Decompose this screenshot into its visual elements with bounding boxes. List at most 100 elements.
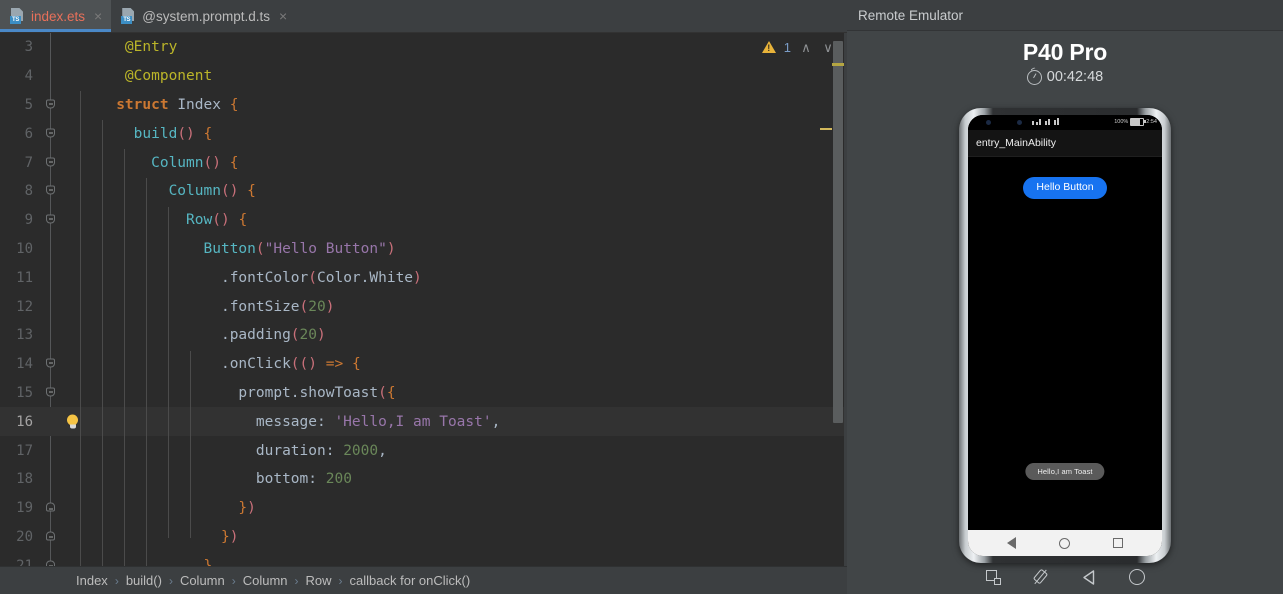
scrollbar-thumb[interactable] xyxy=(833,41,843,423)
code-line[interactable]: 16 message: 'Hello,I am Toast', xyxy=(0,407,847,437)
emulator-toolbar[interactable] xyxy=(847,564,1283,590)
fold-gutter-cell[interactable] xyxy=(42,235,62,264)
prev-problem-icon[interactable]: ∧ xyxy=(799,41,813,54)
code-text[interactable]: message: 'Hello,I am Toast', xyxy=(84,414,847,430)
code-text[interactable]: .fontSize(20) xyxy=(84,299,847,315)
intention-gutter-cell[interactable] xyxy=(62,148,84,177)
intention-gutter-cell[interactable] xyxy=(62,263,84,292)
intention-gutter-cell[interactable] xyxy=(62,465,84,494)
fold-gutter-cell[interactable] xyxy=(42,551,62,566)
breadcrumb-item[interactable]: Index xyxy=(76,573,108,588)
fold-collapse-icon[interactable] xyxy=(46,387,57,398)
code-line[interactable]: 17 duration: 2000, xyxy=(0,436,847,465)
fold-end-icon[interactable] xyxy=(46,560,57,566)
tab-index-ets[interactable]: TS index.ets × xyxy=(0,0,112,32)
code-text[interactable]: .fontColor(Color.White) xyxy=(84,270,847,286)
fold-collapse-icon[interactable] xyxy=(46,157,57,168)
breadcrumb-item[interactable]: Column xyxy=(243,573,288,588)
fold-gutter-cell[interactable] xyxy=(42,379,62,408)
code-text[interactable]: duration: 2000, xyxy=(84,443,847,459)
screenshot-button[interactable] xyxy=(982,566,1004,588)
code-lines[interactable]: 3 @Entry 4 @Component 5 struct Index {6 bu… xyxy=(0,33,847,566)
code-text[interactable]: struct Index { xyxy=(84,97,847,113)
breadcrumb-item[interactable]: callback for onClick() xyxy=(350,573,471,588)
back-button[interactable] xyxy=(1078,566,1100,588)
code-text[interactable]: Button("Hello Button") xyxy=(84,241,847,257)
code-line[interactable]: 10 Button("Hello Button") xyxy=(0,235,847,264)
code-line[interactable]: 6 build() { xyxy=(0,119,847,148)
fold-gutter-cell[interactable] xyxy=(42,177,62,206)
intention-gutter-cell[interactable] xyxy=(62,436,84,465)
code-line[interactable]: 8 Column() { xyxy=(0,177,847,206)
fold-gutter-cell[interactable] xyxy=(42,62,62,91)
fold-gutter-cell[interactable] xyxy=(42,350,62,379)
code-text[interactable]: prompt.showToast({ xyxy=(84,385,847,401)
scrollbar-warning-marker[interactable] xyxy=(832,63,844,66)
fold-gutter-cell[interactable] xyxy=(42,206,62,235)
code-text[interactable]: }) xyxy=(84,500,847,516)
code-line[interactable]: 21 } xyxy=(0,551,847,566)
intention-gutter-cell[interactable] xyxy=(62,407,84,436)
phone-nav-bar[interactable] xyxy=(968,530,1162,556)
code-line[interactable]: 14 .onClick(() => { xyxy=(0,350,847,379)
editor-viewport[interactable]: 3 @Entry 4 @Component 5 struct Index {6 bu… xyxy=(0,33,847,566)
code-text[interactable]: Row() { xyxy=(84,212,847,228)
code-line[interactable]: 15 prompt.showToast({ xyxy=(0,379,847,408)
code-text[interactable]: Column() { xyxy=(84,183,847,199)
code-line[interactable]: 3 @Entry xyxy=(0,33,847,62)
intention-gutter-cell[interactable] xyxy=(62,62,84,91)
intention-gutter-cell[interactable] xyxy=(62,551,84,566)
lightbulb-icon[interactable] xyxy=(66,414,79,429)
fold-gutter-cell[interactable] xyxy=(42,321,62,350)
code-line[interactable]: 19 }) xyxy=(0,494,847,523)
fold-collapse-icon[interactable] xyxy=(46,358,57,370)
code-text[interactable]: Column() { xyxy=(84,155,847,171)
intention-gutter-cell[interactable] xyxy=(62,523,84,552)
code-text[interactable]: .padding(20) xyxy=(84,327,847,343)
recents-square-icon[interactable] xyxy=(1112,538,1123,548)
home-circle-icon[interactable] xyxy=(1058,537,1070,549)
code-line[interactable]: 11 .fontColor(Color.White) xyxy=(0,263,847,292)
fold-gutter-cell[interactable] xyxy=(42,91,62,120)
code-line[interactable]: 12 .fontSize(20) xyxy=(0,292,847,321)
intention-gutter-cell[interactable] xyxy=(62,177,84,206)
fold-gutter-cell[interactable] xyxy=(42,119,62,148)
fold-gutter-cell[interactable] xyxy=(42,263,62,292)
next-problem-icon[interactable]: ∨ xyxy=(821,41,835,54)
fold-collapse-icon[interactable] xyxy=(46,185,57,197)
editor-vertical-scrollbar[interactable] xyxy=(832,33,844,566)
code-line[interactable]: 20 }) xyxy=(0,523,847,552)
code-line[interactable]: 7 Column() { xyxy=(0,148,847,177)
fold-gutter-cell[interactable] xyxy=(42,465,62,494)
fold-gutter-cell[interactable] xyxy=(42,436,62,465)
fold-end-icon[interactable] xyxy=(46,531,57,542)
back-triangle-icon[interactable] xyxy=(1007,537,1017,549)
fold-gutter-cell[interactable] xyxy=(42,33,62,62)
fold-collapse-icon[interactable] xyxy=(46,214,57,226)
fold-gutter-cell[interactable] xyxy=(42,407,62,436)
intention-gutter-cell[interactable] xyxy=(62,350,84,379)
tab-system-prompt-dts[interactable]: TS @system.prompt.d.ts × xyxy=(111,0,296,32)
app-canvas[interactable]: Hello Button Hello,I am Toast xyxy=(968,157,1162,530)
code-text[interactable]: @Entry xyxy=(84,39,847,55)
home-button[interactable] xyxy=(1126,566,1148,588)
intention-gutter-cell[interactable] xyxy=(62,206,84,235)
breadcrumb-item[interactable]: build() xyxy=(126,573,162,588)
breadcrumb-item[interactable]: Row xyxy=(306,573,332,588)
fold-gutter-cell[interactable] xyxy=(42,148,62,177)
hello-button[interactable]: Hello Button xyxy=(1023,177,1107,199)
breadcrumb-item[interactable]: Column xyxy=(180,573,225,588)
intention-gutter-cell[interactable] xyxy=(62,292,84,321)
fold-collapse-icon[interactable] xyxy=(46,99,57,110)
close-icon[interactable]: × xyxy=(94,9,102,23)
code-text[interactable]: }) xyxy=(84,529,847,545)
intention-gutter-cell[interactable] xyxy=(62,235,84,264)
code-text[interactable]: @Component xyxy=(84,68,847,84)
fold-end-icon[interactable] xyxy=(46,502,57,514)
intention-gutter-cell[interactable] xyxy=(62,119,84,148)
code-line[interactable]: 18 bottom: 200 xyxy=(0,465,847,494)
intention-gutter-cell[interactable] xyxy=(62,321,84,350)
code-line[interactable]: 9 Row() { xyxy=(0,206,847,235)
phone-screen[interactable]: 100% 2:54 entry_MainAbility Hello Button… xyxy=(968,115,1162,556)
code-line[interactable]: 4 @Component xyxy=(0,62,847,91)
